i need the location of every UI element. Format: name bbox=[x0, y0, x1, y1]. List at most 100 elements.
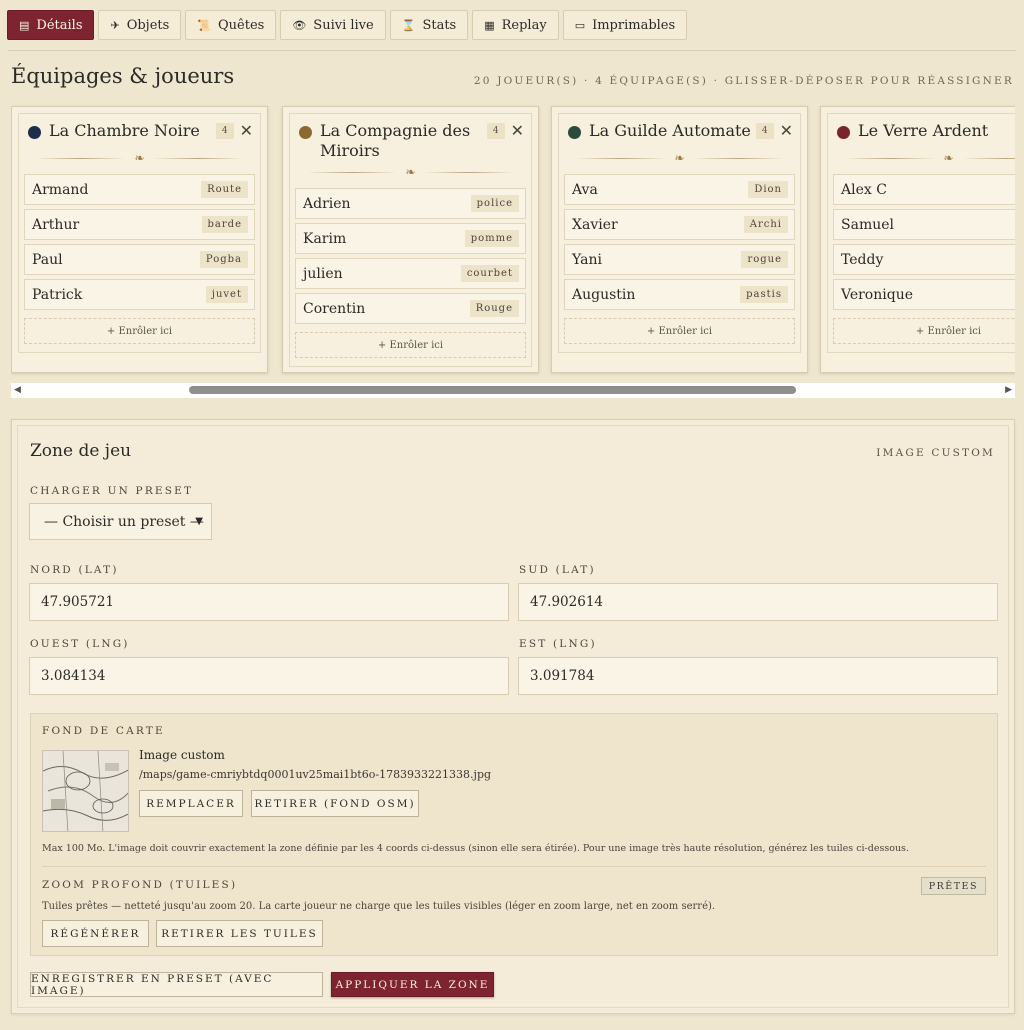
save-preset-button[interactable]: Enregistrer en preset (avec image) bbox=[30, 972, 323, 997]
zone-mode-label: Image custom bbox=[876, 447, 995, 459]
basemap-section: Fond de carte Image custom /maps/game-cm… bbox=[30, 713, 998, 956]
replace-button[interactable]: Remplacer bbox=[139, 790, 243, 817]
remove-image-button[interactable]: Retirer (fond OSM) bbox=[251, 790, 419, 817]
sud-label: Sud (lat) bbox=[519, 564, 596, 576]
player-row[interactable]: Patrick juvet bbox=[24, 279, 255, 310]
image-path: /maps/game-cmriybtdq0001uv25mai1bt6o-178… bbox=[139, 768, 492, 781]
player-tag: Route bbox=[201, 181, 248, 198]
player-row[interactable]: Veronique bbox=[833, 279, 1015, 310]
zone-panel: Zone de jeu Image custom Charger un pres… bbox=[11, 419, 1015, 1014]
player-row[interactable]: Corentin Rouge bbox=[295, 293, 526, 324]
section-meta: 20 joueur(s) · 4 équipage(s) · glisser-d… bbox=[473, 75, 1014, 87]
main-tabs: ▤ Détails ✈ Objets 📜 Quêtes 👁 Suivi live… bbox=[7, 10, 688, 40]
team-count-badge: 4 bbox=[755, 123, 774, 139]
remove-tiles-button[interactable]: Retirer les tuiles bbox=[156, 920, 323, 947]
ornament-divider: ❧ bbox=[24, 151, 255, 165]
scroll-right-icon[interactable]: ▶ bbox=[1005, 385, 1012, 395]
player-name: Veronique bbox=[841, 286, 913, 303]
enrol-dropzone[interactable]: + Enrôler ici bbox=[295, 332, 526, 358]
player-tag: juvet bbox=[205, 286, 248, 303]
regenerate-button[interactable]: Régénérer bbox=[42, 920, 149, 947]
enrol-dropzone[interactable]: + Enrôler ici bbox=[564, 318, 795, 344]
deep-zoom-label: Zoom profond (tuiles) bbox=[42, 879, 238, 891]
team-count-badge: 4 bbox=[215, 123, 234, 139]
tab-quetes[interactable]: 📜 Quêtes bbox=[185, 10, 277, 40]
player-row[interactable]: Ava Dion bbox=[564, 174, 795, 205]
player-name: Adrien bbox=[303, 195, 351, 212]
player-name: Samuel bbox=[841, 216, 894, 233]
nord-input[interactable]: 47.905721 bbox=[29, 583, 509, 621]
est-input[interactable]: 3.091784 bbox=[518, 657, 998, 695]
player-row[interactable]: Armand Route bbox=[24, 174, 255, 205]
player-row[interactable]: Yani rogue bbox=[564, 244, 795, 275]
map-icon: ✈ bbox=[110, 18, 120, 32]
player-row[interactable]: julien courbet bbox=[295, 258, 526, 289]
player-row[interactable]: Alex C bbox=[833, 174, 1015, 205]
scroll-icon: 📜 bbox=[197, 18, 212, 32]
eye-icon: 👁 bbox=[292, 18, 307, 32]
page-title: Équipages & joueurs bbox=[11, 64, 235, 88]
tab-suivi-live[interactable]: 👁 Suivi live bbox=[280, 10, 386, 40]
team-name: La Compagnie des Miroirs bbox=[320, 121, 471, 160]
preset-select[interactable]: — Choisir un preset — ▼ bbox=[29, 503, 212, 540]
tab-imprimables[interactable]: ▭ Imprimables bbox=[562, 10, 688, 40]
player-tag: barde bbox=[201, 216, 248, 233]
player-tag: courbet bbox=[460, 265, 519, 282]
player-row[interactable]: Karim pomme bbox=[295, 223, 526, 254]
tab-label: Détails bbox=[36, 17, 83, 33]
team-color-dot bbox=[568, 126, 581, 139]
player-row[interactable]: Samuel bbox=[833, 209, 1015, 240]
team-card: Le Verre Ardent ❧ Alex C Samuel Teddy Ve… bbox=[820, 106, 1015, 373]
player-name: Arthur bbox=[32, 216, 80, 233]
preset-label: Charger un preset bbox=[30, 485, 194, 497]
team-color-dot bbox=[299, 126, 312, 139]
close-icon[interactable]: ✕ bbox=[780, 122, 793, 140]
close-icon[interactable]: ✕ bbox=[511, 122, 524, 140]
divider bbox=[42, 866, 986, 867]
tab-details[interactable]: ▤ Détails bbox=[7, 10, 95, 40]
player-name: Xavier bbox=[572, 216, 618, 233]
scrollbar-thumb[interactable] bbox=[189, 386, 796, 394]
tab-replay[interactable]: ▦ Replay bbox=[472, 10, 559, 40]
player-row[interactable]: Teddy bbox=[833, 244, 1015, 275]
map-thumbnail bbox=[42, 750, 129, 832]
ouest-input[interactable]: 3.084134 bbox=[29, 657, 509, 695]
apply-zone-button[interactable]: Appliquer la zone bbox=[331, 972, 494, 997]
tab-label: Suivi live bbox=[313, 17, 374, 33]
tab-stats[interactable]: ⌛ Stats bbox=[389, 10, 469, 40]
chevron-down-icon: ▼ bbox=[195, 516, 203, 527]
tab-label: Imprimables bbox=[592, 17, 676, 33]
team-name: La Chambre Noire bbox=[49, 121, 200, 140]
tab-label: Stats bbox=[422, 17, 457, 33]
player-row[interactable]: Arthur barde bbox=[24, 209, 255, 240]
preset-value: — Choisir un preset — bbox=[44, 513, 204, 530]
est-label: Est (lng) bbox=[519, 638, 597, 650]
player-name: Teddy bbox=[841, 251, 884, 268]
player-name: Paul bbox=[32, 251, 63, 268]
tab-objets[interactable]: ✈ Objets bbox=[98, 10, 182, 40]
player-tag: pomme bbox=[464, 230, 519, 247]
player-name: Corentin bbox=[303, 300, 366, 317]
player-row[interactable]: Paul Pogba bbox=[24, 244, 255, 275]
player-row[interactable]: Xavier Archi bbox=[564, 209, 795, 240]
player-tag: rogue bbox=[741, 251, 788, 268]
enrol-dropzone[interactable]: + Enrôler ici bbox=[24, 318, 255, 344]
player-row[interactable]: Adrien police bbox=[295, 188, 526, 219]
player-name: Armand bbox=[32, 181, 89, 198]
player-tag: Pogba bbox=[199, 251, 248, 268]
zone-title: Zone de jeu bbox=[30, 441, 132, 461]
ornament-divider: ❧ bbox=[295, 165, 526, 179]
tab-label: Objets bbox=[126, 17, 170, 33]
close-icon[interactable]: ✕ bbox=[240, 122, 253, 140]
horizontal-scrollbar[interactable]: ◀ ▶ bbox=[11, 383, 1015, 398]
player-row[interactable]: Augustin pastis bbox=[564, 279, 795, 310]
image-title: Image custom bbox=[139, 748, 225, 762]
enrol-dropzone[interactable]: + Enrôler ici bbox=[833, 318, 1015, 344]
hourglass-icon: ⌛ bbox=[401, 18, 416, 32]
sud-input[interactable]: 47.902614 bbox=[518, 583, 998, 621]
team-card: La Compagnie des Miroirs 4 ✕ ❧ Adrien pol… bbox=[282, 106, 539, 373]
scroll-left-icon[interactable]: ◀ bbox=[14, 385, 21, 395]
team-card: La Chambre Noire 4 ✕ ❧ Armand Route Arthu… bbox=[11, 106, 268, 373]
teams-carousel: La Chambre Noire 4 ✕ ❧ Armand Route Arthu… bbox=[11, 104, 1015, 376]
player-tag: police bbox=[470, 195, 519, 212]
